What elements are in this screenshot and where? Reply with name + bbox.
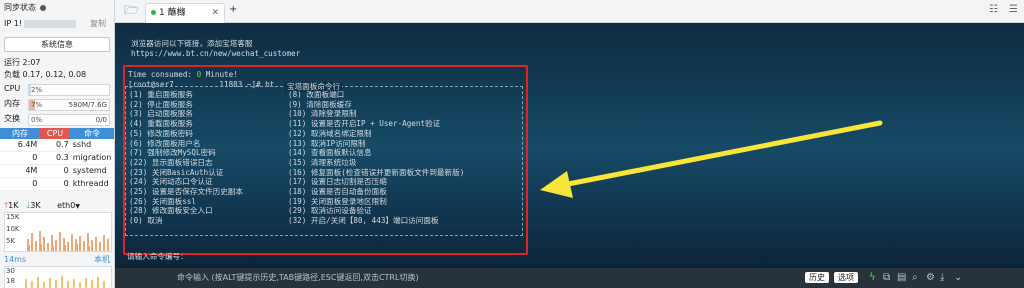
sync-label: 同步状态 [4, 3, 36, 12]
table-row: 0 0.3 migration [0, 152, 114, 165]
gear-icon[interactable]: ⚙ [926, 272, 935, 284]
terminal-tab[interactable]: 1 蘸橼 ✕ [145, 3, 225, 23]
network-bars [27, 231, 109, 251]
copy-ip-button[interactable]: 复制 [90, 19, 106, 29]
swap-value: 0% [31, 116, 43, 124]
load-average: 负载 0.17, 0.12, 0.08 [4, 70, 87, 79]
copy-icon[interactable]: ⧉ [883, 272, 890, 284]
net-scale-5k: 5K [6, 237, 16, 245]
mem-detail: 580M/7.6G [68, 101, 107, 109]
mem-value: 7% [31, 101, 43, 109]
swap-detail: 0/0 [95, 116, 107, 124]
ping-label: 14ms [4, 255, 27, 264]
network-graph: 15K 10K 5K [4, 212, 112, 252]
ip-blurred [24, 19, 77, 28]
table-row: 0 0 kthreadd [0, 178, 114, 191]
lightning-icon[interactable]: ϟ [869, 272, 876, 284]
options-button[interactable]: 选项 [834, 272, 858, 283]
search-icon[interactable]: ⌕ [912, 272, 918, 284]
ping-row: 14ms 本机 [4, 255, 110, 265]
tab-bar: 🗁 1 蘸橼 ✕ + ☷ ☰ [115, 0, 1024, 23]
tab-label: 1 蘸橼 [159, 8, 186, 18]
net-up: 1K [8, 201, 19, 210]
collapse-icon[interactable]: ⌄ [954, 272, 962, 284]
folder-icon[interactable]: 🗁 [124, 4, 139, 16]
proc-cpu: 0 [63, 179, 69, 188]
col-mem-header[interactable]: 内存 [0, 128, 40, 139]
process-header: 内存 CPU 命令 [0, 128, 114, 139]
proc-cmd: sshd [72, 140, 92, 149]
ping-target[interactable]: 本机 [94, 255, 110, 265]
proc-mem: 0 [32, 153, 38, 162]
table-row: 4M 0 systemd [0, 165, 114, 178]
proc-cmd: systemd [72, 166, 107, 175]
col-cpu-header[interactable]: CPU [40, 128, 70, 139]
ping-graph: 30 18 [4, 266, 112, 288]
net-down: 3K [30, 201, 41, 210]
left-monitor-panel: 同步状态 IP 1! 复制 系统信息 运行 2:07 负载 0.17, 0.12… [0, 0, 115, 288]
col-cmd-header[interactable]: 命令 [70, 128, 114, 139]
system-info-button[interactable]: 系统信息 [4, 37, 110, 52]
ping-bars [25, 276, 105, 288]
add-tab-button[interactable]: + [229, 4, 237, 16]
ping-scale-18: 18 [6, 277, 15, 285]
terminal[interactable]: 浏览器访问以下链接，添加宝塔客服 https://www.bt.cn/new/w… [115, 23, 1024, 268]
cpu-bar: 2% [28, 84, 110, 96]
grid-view-icon[interactable]: ☷ [989, 4, 998, 16]
chevron-down-icon[interactable]: ▼ [75, 203, 80, 210]
ip-label: IP [4, 19, 12, 28]
history-button[interactable]: 历史 [805, 272, 829, 283]
ping-scale-30: 30 [6, 267, 15, 275]
network-row: 🡑1K 🡓3K eth0▼ [4, 201, 110, 212]
process-table: 内存 CPU 命令 6.4M 0.7 sshd 0 0.3 migration … [0, 128, 114, 191]
proc-cpu: 0.3 [56, 153, 69, 162]
menu-icon[interactable]: ☰ [1009, 4, 1018, 16]
net-scale-15k: 15K [6, 213, 20, 221]
ip-value: 1! [13, 19, 23, 28]
proc-cmd: kthreadd [72, 179, 109, 188]
uptime: 运行 2:07 [4, 58, 41, 67]
swap-bar: 0% 0/0 [28, 114, 110, 126]
proc-mem: 4M [25, 166, 38, 175]
proc-mem: 0 [32, 179, 38, 188]
proc-cpu: 0 [63, 166, 69, 175]
table-row: 6.4M 0.7 sshd [0, 139, 114, 152]
command-input[interactable]: 命令输入 (按ALT键提示历史,TAB键路径,ESC键返回,双击CTRL切换) [177, 272, 797, 284]
proc-cmd: migration [72, 153, 112, 162]
ip-row: IP 1! 复制 [4, 19, 110, 29]
mem-bar: 7% 580M/7.6G [28, 99, 110, 111]
sync-status: 同步状态 [4, 3, 110, 13]
close-icon[interactable]: ✕ [211, 4, 219, 23]
net-interface-select[interactable]: eth0 [57, 201, 75, 210]
paste-icon[interactable]: ▤ [897, 272, 906, 284]
status-dot-icon [40, 4, 46, 11]
cpu-value: 2% [31, 86, 43, 94]
connected-dot-icon [151, 9, 156, 15]
proc-cpu: 0.7 [56, 140, 69, 149]
proc-mem: 6.4M [17, 140, 38, 149]
download-icon[interactable]: ⤓ [940, 272, 944, 284]
net-scale-10k: 10K [6, 225, 20, 233]
annotation-arrow-icon [540, 120, 883, 198]
command-input-bar: 命令输入 (按ALT键提示历史,TAB键路径,ESC键返回,双击CTRL切换) … [115, 268, 1024, 288]
